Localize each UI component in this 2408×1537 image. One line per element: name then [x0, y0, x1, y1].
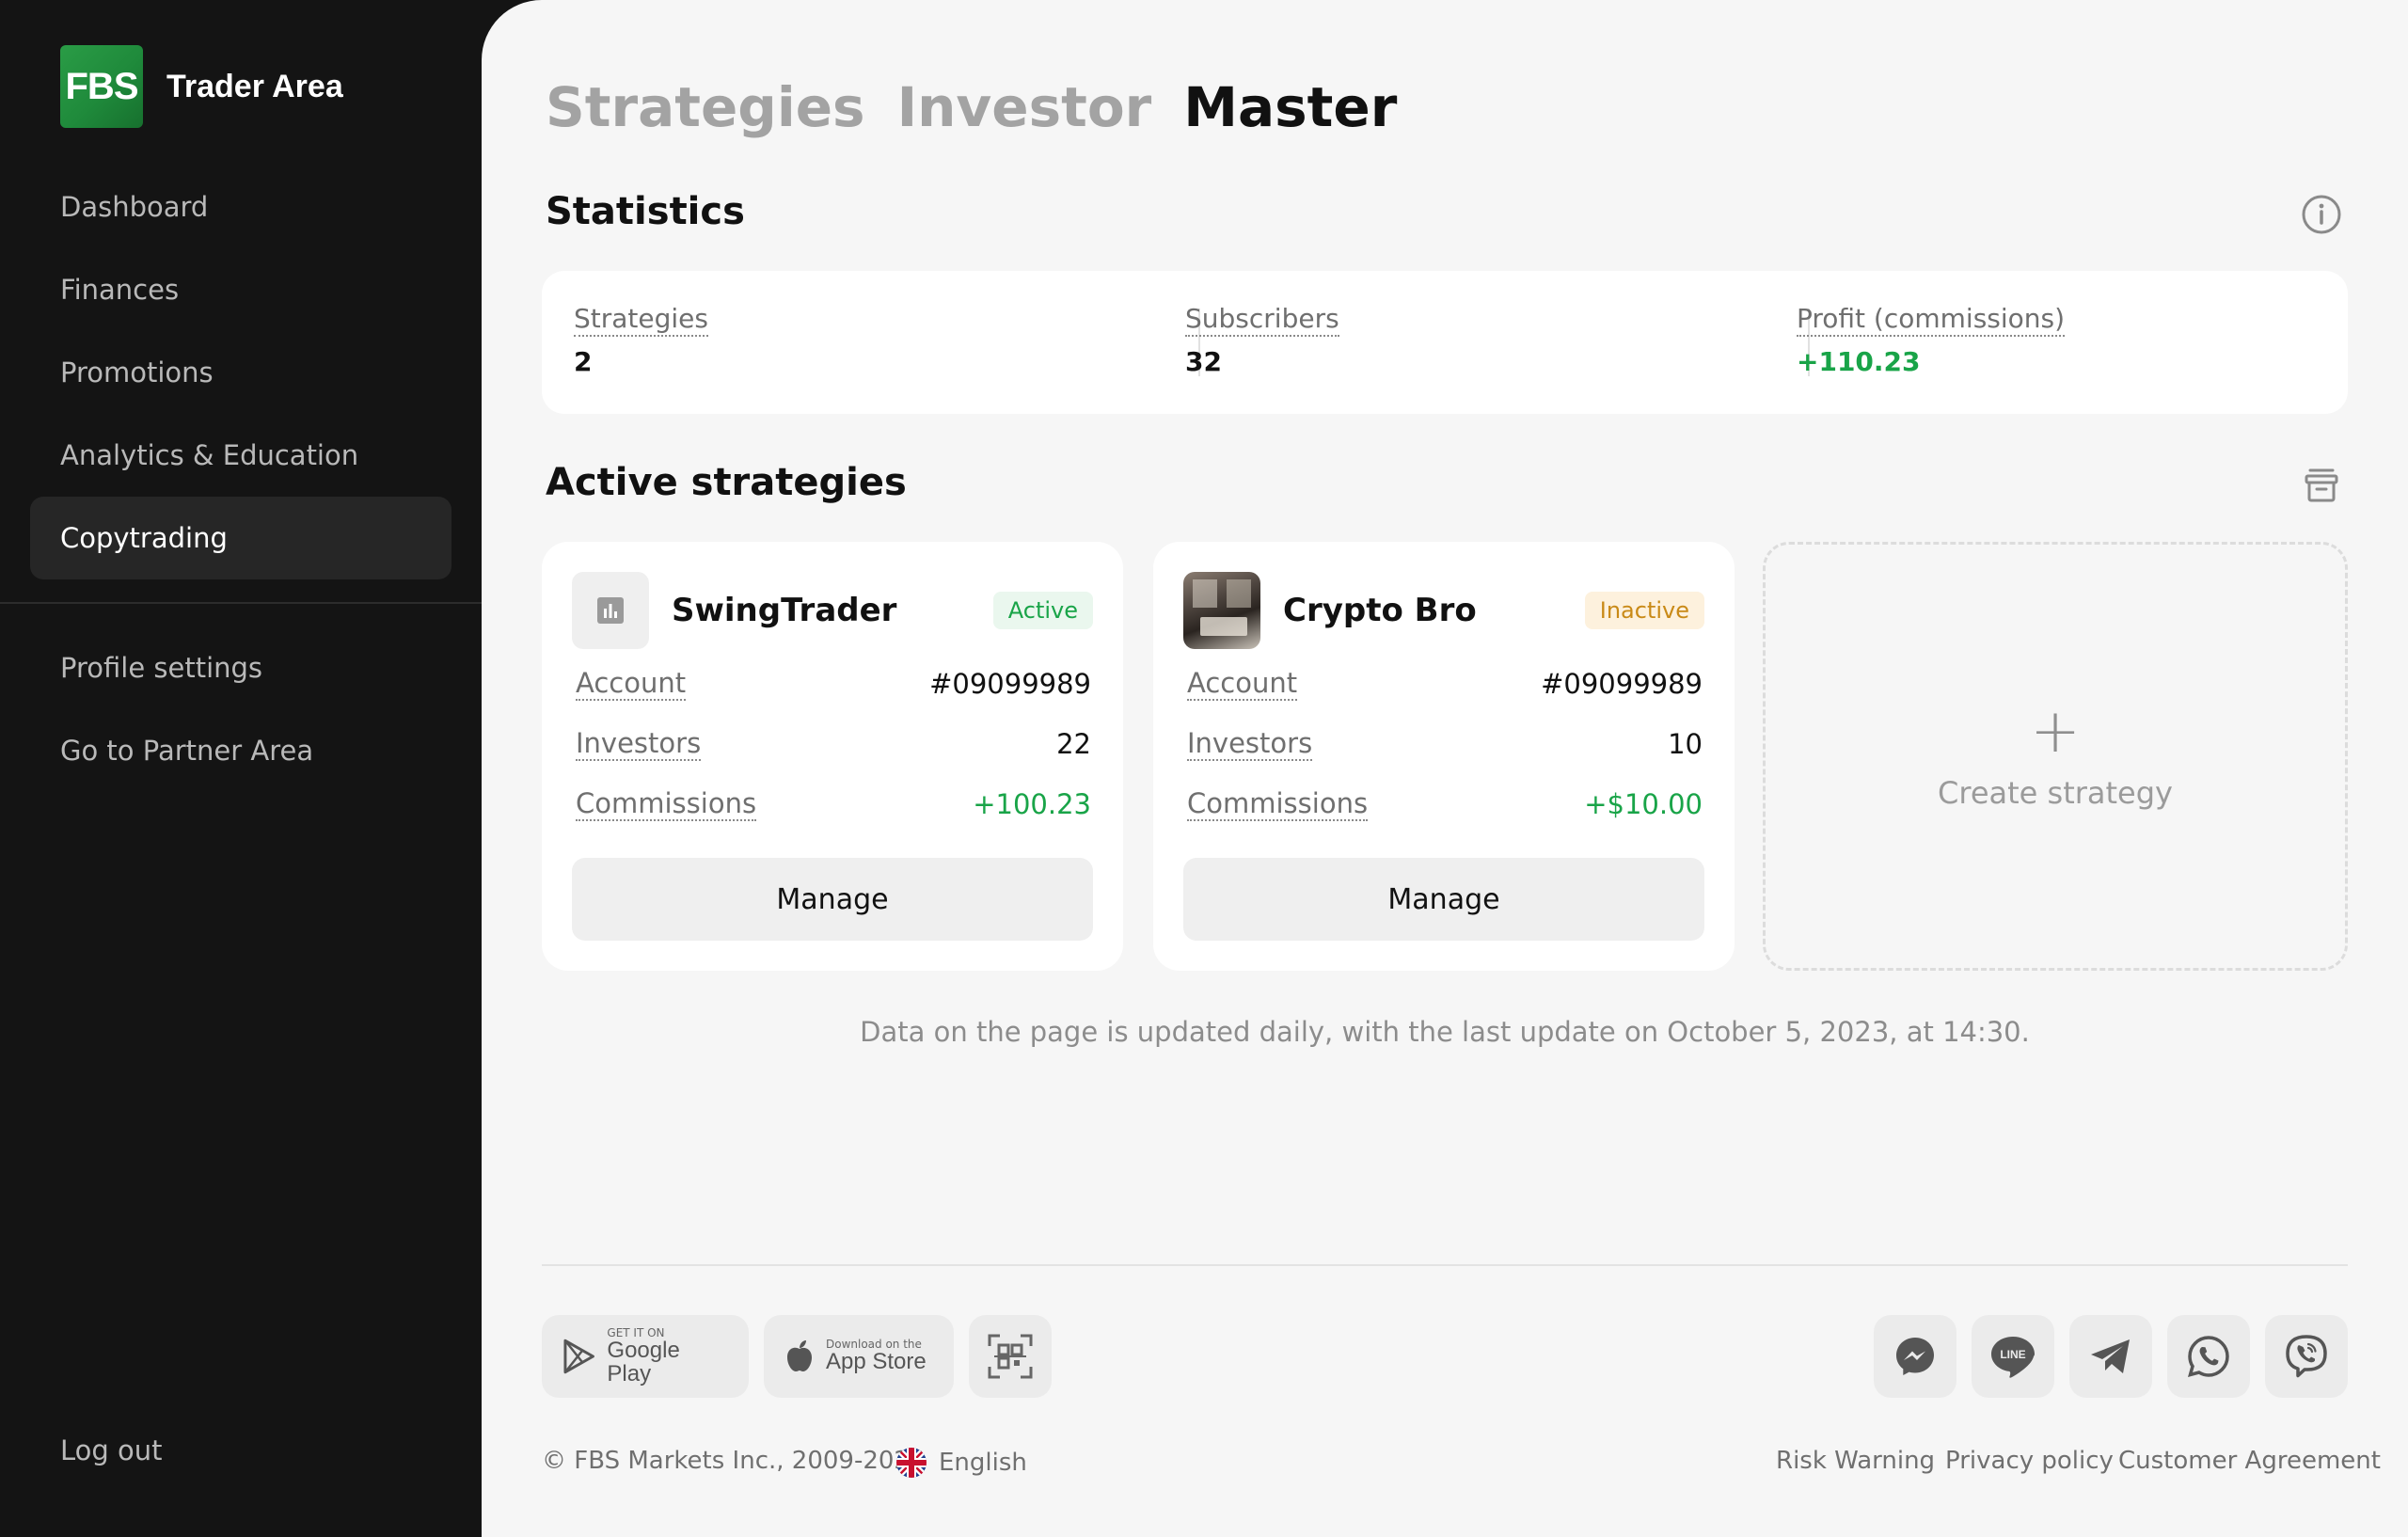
language-selector[interactable]: English [895, 1447, 1027, 1479]
commissions-value: +$10.00 [1584, 788, 1703, 820]
status-badge: Active [992, 592, 1093, 629]
manage-button[interactable]: Manage [1183, 858, 1704, 941]
account-value: #09099989 [1541, 668, 1703, 700]
strategy-name[interactable]: Crypto Bro [1283, 592, 1585, 629]
strategy-avatar-chart-icon [572, 572, 649, 649]
language-label: English [939, 1449, 1027, 1477]
sidebar-item-partner-area[interactable]: Go to Partner Area [30, 709, 452, 792]
statistics-title: Statistics [546, 190, 745, 233]
google-play-icon [563, 1339, 594, 1374]
logo[interactable]: FBS Trader Area [60, 45, 343, 128]
viber-button[interactable] [2265, 1315, 2348, 1398]
qr-code-button[interactable] [969, 1315, 1052, 1398]
avatar-window [1227, 579, 1251, 608]
strategy-card-crypto-bro: Crypto Bro Inactive Account #09099989 In… [1153, 542, 1735, 971]
archive-icon[interactable] [2299, 463, 2344, 508]
tab-investor[interactable]: Investor [897, 75, 1152, 139]
create-strategy-card[interactable]: + Create strategy [1763, 542, 2348, 971]
commissions-label[interactable]: Commissions [1187, 787, 1369, 822]
investors-value: 22 [1056, 728, 1091, 760]
app-store-label: App Store [826, 1349, 927, 1375]
google-play-label: Google Play [607, 1337, 680, 1386]
statistics-content: Subscribers 32 Profit (commissions) +110… [542, 271, 2348, 414]
account-label[interactable]: Account [576, 667, 687, 702]
create-strategy-label: Create strategy [1938, 775, 2173, 811]
sidebar-item-analytics-education[interactable]: Analytics & Education [30, 414, 452, 497]
messenger-icon [1896, 1338, 1934, 1375]
plus-icon: + [2030, 697, 2081, 767]
risk-warning-link[interactable]: Risk Warning [1776, 1447, 1935, 1475]
footer-divider [542, 1264, 2348, 1266]
investors-row: Investors 10 [1187, 727, 1703, 762]
viber-icon [2286, 1335, 2327, 1378]
stat-label[interactable]: Profit (commissions) [1797, 303, 2066, 337]
google-play-small: GET IT ON [607, 1325, 665, 1339]
telegram-button[interactable] [2069, 1315, 2152, 1398]
stat-subscribers-block: Subscribers 32 [1185, 303, 1339, 377]
apple-icon [787, 1340, 812, 1371]
messenger-button[interactable] [1874, 1315, 1956, 1398]
customer-agreement-link[interactable]: Customer Agreement [2118, 1447, 2381, 1475]
app-title: Trader Area [166, 68, 343, 104]
stat-value: +110.23 [1797, 345, 1921, 377]
tab-master[interactable]: Master [1183, 75, 1397, 139]
investors-label[interactable]: Investors [1187, 727, 1313, 762]
sidebar-item-profile-settings[interactable]: Profile settings [30, 626, 452, 709]
status-badge: Inactive [1584, 592, 1704, 629]
svg-text:LINE: LINE [2000, 1348, 2025, 1361]
sidebar-divider [0, 602, 482, 604]
strategy-name[interactable]: SwingTrader [672, 592, 993, 629]
stat-value: 32 [1185, 345, 1222, 377]
avatar-window [1193, 579, 1217, 608]
account-row: Account #09099989 [1187, 667, 1703, 702]
tabs: Strategies Investor Master [546, 75, 1397, 139]
uk-flag-icon [896, 1448, 927, 1478]
account-value: #09099989 [929, 668, 1091, 700]
commissions-value: +100.23 [973, 788, 1091, 820]
stat-profit-block: Profit (commissions) +110.23 [1797, 303, 2066, 377]
tab-strategies[interactable]: Strategies [546, 75, 865, 139]
account-label[interactable]: Account [1187, 667, 1298, 702]
privacy-policy-link[interactable]: Privacy policy [1945, 1447, 2114, 1475]
update-note: Data on the page is updated daily, with … [860, 1016, 2030, 1048]
commissions-label[interactable]: Commissions [576, 787, 757, 822]
manage-button[interactable]: Manage [572, 858, 1093, 941]
sidebar-item-promotions[interactable]: Promotions [30, 331, 452, 414]
fbs-logo: FBS [60, 45, 143, 128]
app-store-button[interactable]: Download on the App Store [764, 1315, 954, 1398]
card-header: Crypto Bro Inactive [1183, 572, 1704, 649]
investors-value: 10 [1668, 728, 1703, 760]
investors-row: Investors 22 [576, 727, 1091, 762]
telegram-icon [2091, 1339, 2130, 1373]
sidebar: FBS Trader Area Dashboard Finances Promo… [0, 0, 482, 1537]
line-icon: LINE [1991, 1337, 2035, 1378]
main-content: Strategies Investor Master Statistics St… [482, 0, 2408, 1537]
card-header: SwingTrader Active [572, 572, 1093, 649]
whatsapp-button[interactable] [2167, 1315, 2250, 1398]
strategy-avatar-photo [1183, 572, 1260, 649]
sidebar-item-finances[interactable]: Finances [30, 248, 452, 331]
avatar-desk [1200, 617, 1247, 636]
account-row: Account #09099989 [576, 667, 1091, 702]
info-icon[interactable] [2299, 192, 2344, 237]
commissions-row: Commissions +100.23 [576, 787, 1091, 822]
google-play-button[interactable]: GET IT ON Google Play [542, 1315, 749, 1398]
investors-label[interactable]: Investors [576, 727, 702, 762]
active-strategies-title: Active strategies [546, 461, 907, 504]
commissions-row: Commissions +$10.00 [1187, 787, 1703, 822]
copyright: © FBS Markets Inc., 2009-2024 [542, 1447, 926, 1475]
sidebar-item-copytrading[interactable]: Copytrading [30, 497, 452, 579]
whatsapp-icon [2187, 1336, 2229, 1377]
sidebar-item-dashboard[interactable]: Dashboard [30, 166, 452, 248]
qr-code-icon [988, 1334, 1033, 1379]
stat-label[interactable]: Subscribers [1185, 303, 1339, 337]
logout-button[interactable]: Log out [30, 1409, 452, 1492]
strategy-card-swingtrader: SwingTrader Active Account #09099989 Inv… [542, 542, 1123, 971]
line-button[interactable]: LINE [1972, 1315, 2054, 1398]
